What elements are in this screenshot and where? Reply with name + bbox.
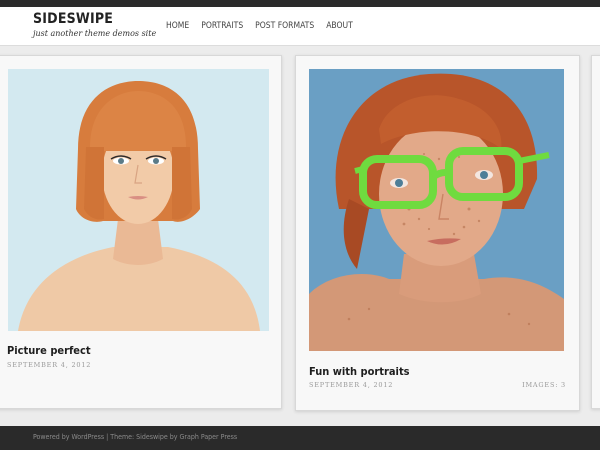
footer-credits: Powered by WordPress | Theme: Sideswipe … xyxy=(33,433,237,441)
site-footer: Powered by WordPress | Theme: Sideswipe … xyxy=(0,426,600,450)
post-card[interactable]: Picture perfect SEPTEMBER 4, 2012 xyxy=(0,55,282,409)
post-image-redhead-bob[interactable] xyxy=(8,69,269,331)
nav-item-portraits[interactable]: PORTRAITS xyxy=(201,21,243,31)
site-header: SIDESWIPE just another theme demos site … xyxy=(0,7,600,46)
site-title[interactable]: SIDESWIPE xyxy=(33,11,113,27)
nav-item-home[interactable]: HOME xyxy=(166,21,189,31)
portrait-illustration xyxy=(309,69,564,351)
nav-item-post-formats[interactable]: POST FORMATS xyxy=(255,21,314,31)
nav-item-about[interactable]: ABOUT xyxy=(326,21,353,31)
post-title[interactable]: Fun with portraits xyxy=(309,365,410,378)
powered-by-link[interactable]: Powered by WordPress xyxy=(33,433,104,441)
portrait-illustration xyxy=(8,69,269,331)
site-tagline: just another theme demos site xyxy=(33,29,157,38)
main-nav: HOME PORTRAITS POST FORMATS ABOUT xyxy=(166,21,353,31)
post-title[interactable]: Picture perfect xyxy=(7,344,91,357)
post-card[interactable]: Fun with portraits SEPTEMBER 4, 2012 IMA… xyxy=(295,55,580,411)
post-image-count: IMAGES: 3 xyxy=(522,381,566,389)
post-image-green-glasses[interactable] xyxy=(309,69,564,351)
post-date: SEPTEMBER 4, 2012 xyxy=(7,361,92,369)
top-bar xyxy=(0,0,600,7)
footer-separator: | xyxy=(106,433,109,441)
post-date: SEPTEMBER 4, 2012 xyxy=(309,381,394,389)
theme-credit-link[interactable]: Theme: Sideswipe by Graph Paper Press xyxy=(110,433,237,441)
post-card-partial[interactable] xyxy=(591,55,600,409)
